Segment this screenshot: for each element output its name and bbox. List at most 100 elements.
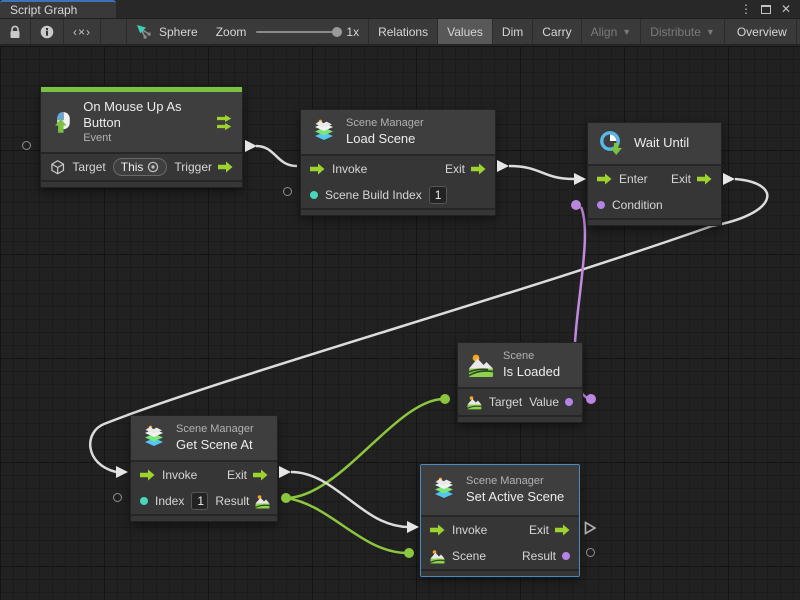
info-icon — [40, 25, 54, 39]
port-getsceneat-exit-output[interactable] — [279, 466, 291, 478]
scene-build-index-field[interactable]: 1 — [429, 186, 448, 204]
lock-icon — [9, 25, 21, 39]
tab-title: Script Graph — [10, 3, 77, 17]
port-loadscene-exit-output[interactable] — [497, 160, 509, 172]
result-port-label: Result — [215, 494, 249, 508]
node-title: Get Scene At — [176, 437, 254, 453]
maximize-icon[interactable] — [761, 5, 771, 14]
bool-port-dot[interactable] — [565, 398, 573, 406]
index-port-label: Index — [155, 494, 184, 508]
node-footer — [421, 569, 579, 576]
port-getsceneat-index-input[interactable] — [113, 493, 122, 502]
event-double-arrow-icon — [217, 114, 232, 131]
port-waituntil-condition-input[interactable] — [571, 200, 581, 210]
node-wait-until[interactable]: Wait Until Enter Exit Condition — [587, 122, 722, 226]
port-isloaded-target-input[interactable] — [440, 394, 450, 404]
node-on-mouse-up-as-button[interactable]: On Mouse Up As Button Event Target This — [40, 86, 243, 188]
flow-arrow-icon — [555, 524, 570, 536]
scene-result-dot[interactable] — [562, 552, 570, 560]
port-setactive-scene-input[interactable] — [404, 548, 414, 558]
overview-button[interactable]: Overview — [728, 19, 797, 44]
wire-loadscene-to-waituntil[interactable] — [509, 166, 574, 179]
invoke-port-label: Invoke — [162, 468, 197, 482]
align-button[interactable]: Align ▼ — [582, 19, 642, 44]
scene-build-index-label: Scene Build Index — [325, 188, 422, 202]
scene-manager-icon — [141, 425, 167, 452]
scene-icon — [468, 352, 494, 378]
enter-port-label: Enter — [619, 172, 648, 186]
graph-canvas[interactable]: On Mouse Up As Button Event Target This — [0, 46, 800, 600]
exit-port-label: Exit — [529, 523, 549, 537]
port-mouseup-target-input[interactable] — [22, 141, 31, 150]
node-set-active-scene[interactable]: Scene Manager Set Active Scene Invoke Ex… — [420, 464, 580, 577]
flow-arrow-icon — [697, 173, 712, 185]
window-controls: ⋮ ✕ — [738, 0, 800, 18]
node-title: Is Loaded — [503, 364, 560, 380]
int-port-dot[interactable] — [310, 191, 318, 199]
node-subtitle: Event — [83, 132, 208, 146]
node-is-loaded[interactable]: Scene Is Loaded Target Value — [457, 342, 583, 423]
graph-toolbar: ‹×› Sphere Zoom 1x Relations Values Dim … — [0, 18, 800, 45]
port-waituntil-exit-output[interactable] — [723, 173, 735, 185]
node-category: Scene Manager — [346, 117, 424, 131]
mouse-up-icon — [51, 109, 74, 135]
node-footer — [41, 180, 242, 187]
port-isloaded-value-output[interactable] — [586, 394, 596, 404]
tab-bar: Script Graph ⋮ ✕ — [0, 0, 800, 18]
chevron-down-icon: ▼ — [622, 27, 631, 37]
port-mouseup-trigger-output[interactable] — [245, 140, 257, 152]
node-footer — [131, 514, 277, 521]
value-port-label: Value — [529, 395, 559, 409]
lock-button[interactable] — [0, 19, 31, 44]
port-getsceneat-invoke-input[interactable] — [116, 466, 128, 478]
port-loadscene-index-input[interactable] — [283, 187, 292, 196]
flow-arrow-icon — [471, 163, 486, 175]
dim-button[interactable]: Dim — [493, 19, 533, 44]
distribute-button[interactable]: Distribute ▼ — [641, 19, 725, 44]
port-setactive-invoke-input[interactable] — [407, 521, 419, 533]
zoom-value: 1x — [346, 25, 359, 39]
wire-trigger-to-loadscene[interactable] — [256, 146, 297, 166]
kebab-menu-icon[interactable]: ⋮ — [738, 1, 754, 17]
node-title: Set Active Scene — [466, 489, 564, 505]
bool-port-dot[interactable] — [597, 201, 605, 209]
relations-button[interactable]: Relations — [369, 19, 438, 44]
flow-arrow-icon — [253, 469, 268, 481]
exit-port-label: Exit — [445, 162, 465, 176]
carry-button[interactable]: Carry — [533, 19, 581, 44]
node-footer — [588, 218, 721, 225]
close-icon[interactable]: ✕ — [778, 1, 794, 17]
info-button[interactable] — [31, 19, 64, 44]
graph-breadcrumb[interactable]: Sphere — [127, 19, 207, 44]
flow-arrow-icon — [218, 161, 233, 173]
node-get-scene-at[interactable]: Scene Manager Get Scene At Invoke Exit I… — [130, 415, 278, 522]
node-title: On Mouse Up As Button — [83, 99, 208, 132]
values-button[interactable]: Values — [438, 19, 493, 44]
port-setactive-exit-output[interactable] — [584, 521, 597, 535]
zoom-slider[interactable] — [256, 31, 338, 33]
index-field[interactable]: 1 — [191, 492, 208, 510]
graph-name: Sphere — [159, 25, 198, 39]
code-preview-button[interactable]: ‹×› — [64, 19, 101, 44]
port-getsceneat-result-output[interactable] — [281, 493, 291, 503]
zoom-slider-handle[interactable] — [332, 27, 342, 37]
node-load-scene[interactable]: Scene Manager Load Scene Invoke Exit Sce… — [300, 109, 496, 216]
scene-port-label: Scene — [452, 549, 486, 563]
target-value-selector[interactable]: This — [113, 158, 168, 176]
port-waituntil-enter-input[interactable] — [574, 173, 586, 185]
chevron-down-icon: ▼ — [706, 27, 715, 37]
tab-script-graph[interactable]: Script Graph — [0, 0, 116, 18]
wire-result-to-setactive-scene[interactable] — [286, 498, 407, 553]
wire-getsceneat-to-setactive-invoke[interactable] — [291, 472, 409, 527]
graph-icon — [136, 24, 152, 39]
wait-until-clock-icon — [598, 130, 625, 157]
node-category: Scene Manager — [466, 475, 564, 489]
node-footer — [458, 415, 582, 422]
port-setactive-result-output[interactable] — [586, 548, 595, 557]
toolbar-spacer — [101, 19, 127, 44]
node-title: Load Scene — [346, 131, 424, 147]
zoom-control: Zoom 1x — [207, 19, 368, 44]
flow-arrow-icon — [140, 469, 155, 481]
int-port-dot[interactable] — [140, 497, 148, 505]
flow-arrow-icon — [597, 173, 612, 185]
